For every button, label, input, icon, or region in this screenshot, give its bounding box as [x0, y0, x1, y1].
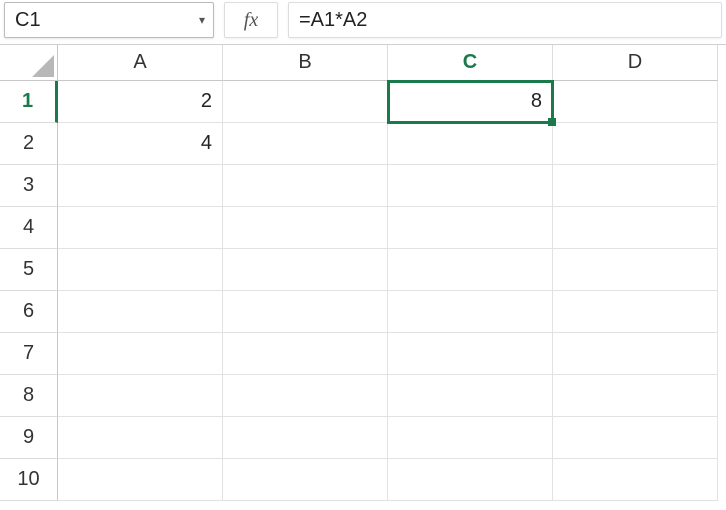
cell-C5[interactable]: [388, 249, 553, 291]
cell-C9[interactable]: [388, 417, 553, 459]
name-box[interactable]: C1 ▾: [4, 2, 214, 38]
cell-C7[interactable]: [388, 333, 553, 375]
select-all-icon: [32, 55, 54, 77]
cell-D7[interactable]: [553, 333, 718, 375]
column-header-D[interactable]: D: [553, 45, 718, 81]
insert-function-button[interactable]: fx: [224, 2, 278, 38]
cell-B6[interactable]: [223, 291, 388, 333]
cell-C10[interactable]: [388, 459, 553, 501]
fill-handle[interactable]: [548, 118, 556, 126]
row-header-4[interactable]: 4: [0, 207, 58, 249]
column-header-B[interactable]: B: [223, 45, 388, 81]
cell-B1[interactable]: [223, 81, 388, 123]
cell-A7[interactable]: [58, 333, 223, 375]
cell-B2[interactable]: [223, 123, 388, 165]
select-all-triangle[interactable]: [0, 45, 58, 81]
fx-icon: fx: [244, 9, 258, 32]
cell-C8[interactable]: [388, 375, 553, 417]
cell-D4[interactable]: [553, 207, 718, 249]
row-header-2[interactable]: 2: [0, 123, 58, 165]
row-header-1[interactable]: 1: [0, 81, 58, 123]
spreadsheet-grid: A B C D 1 2 8 2 4 3 4 5 6 7 8 9: [0, 44, 726, 501]
cell-D8[interactable]: [553, 375, 718, 417]
cell-A4[interactable]: [58, 207, 223, 249]
row-header-6[interactable]: 6: [0, 291, 58, 333]
cell-D2[interactable]: [553, 123, 718, 165]
cell-D3[interactable]: [553, 165, 718, 207]
chevron-down-icon[interactable]: ▾: [199, 13, 205, 27]
cell-B5[interactable]: [223, 249, 388, 291]
formula-bar: C1 ▾ fx =A1*A2: [0, 0, 726, 44]
row-header-5[interactable]: 5: [0, 249, 58, 291]
column-header-C[interactable]: C: [388, 45, 553, 81]
row-header-3[interactable]: 3: [0, 165, 58, 207]
cell-C2[interactable]: [388, 123, 553, 165]
cell-A10[interactable]: [58, 459, 223, 501]
formula-text: =A1*A2: [299, 9, 367, 32]
cell-B8[interactable]: [223, 375, 388, 417]
cell-B9[interactable]: [223, 417, 388, 459]
cell-C4[interactable]: [388, 207, 553, 249]
column-header-A[interactable]: A: [58, 45, 223, 81]
cell-value: 8: [531, 90, 542, 113]
cell-A8[interactable]: [58, 375, 223, 417]
cell-A1[interactable]: 2: [58, 81, 223, 123]
row-header-10[interactable]: 10: [0, 459, 58, 501]
cell-D5[interactable]: [553, 249, 718, 291]
cell-C3[interactable]: [388, 165, 553, 207]
name-box-value: C1: [15, 9, 41, 32]
cell-C1[interactable]: 8: [388, 81, 553, 123]
cell-D10[interactable]: [553, 459, 718, 501]
cell-D1[interactable]: [553, 81, 718, 123]
cell-B3[interactable]: [223, 165, 388, 207]
cell-B7[interactable]: [223, 333, 388, 375]
cell-D9[interactable]: [553, 417, 718, 459]
cell-B10[interactable]: [223, 459, 388, 501]
cell-A3[interactable]: [58, 165, 223, 207]
cell-A6[interactable]: [58, 291, 223, 333]
cell-A2[interactable]: 4: [58, 123, 223, 165]
cell-C6[interactable]: [388, 291, 553, 333]
row-header-7[interactable]: 7: [0, 333, 58, 375]
cell-A9[interactable]: [58, 417, 223, 459]
row-header-8[interactable]: 8: [0, 375, 58, 417]
cell-D6[interactable]: [553, 291, 718, 333]
cell-B4[interactable]: [223, 207, 388, 249]
row-header-9[interactable]: 9: [0, 417, 58, 459]
cell-A5[interactable]: [58, 249, 223, 291]
formula-input[interactable]: =A1*A2: [288, 2, 722, 38]
